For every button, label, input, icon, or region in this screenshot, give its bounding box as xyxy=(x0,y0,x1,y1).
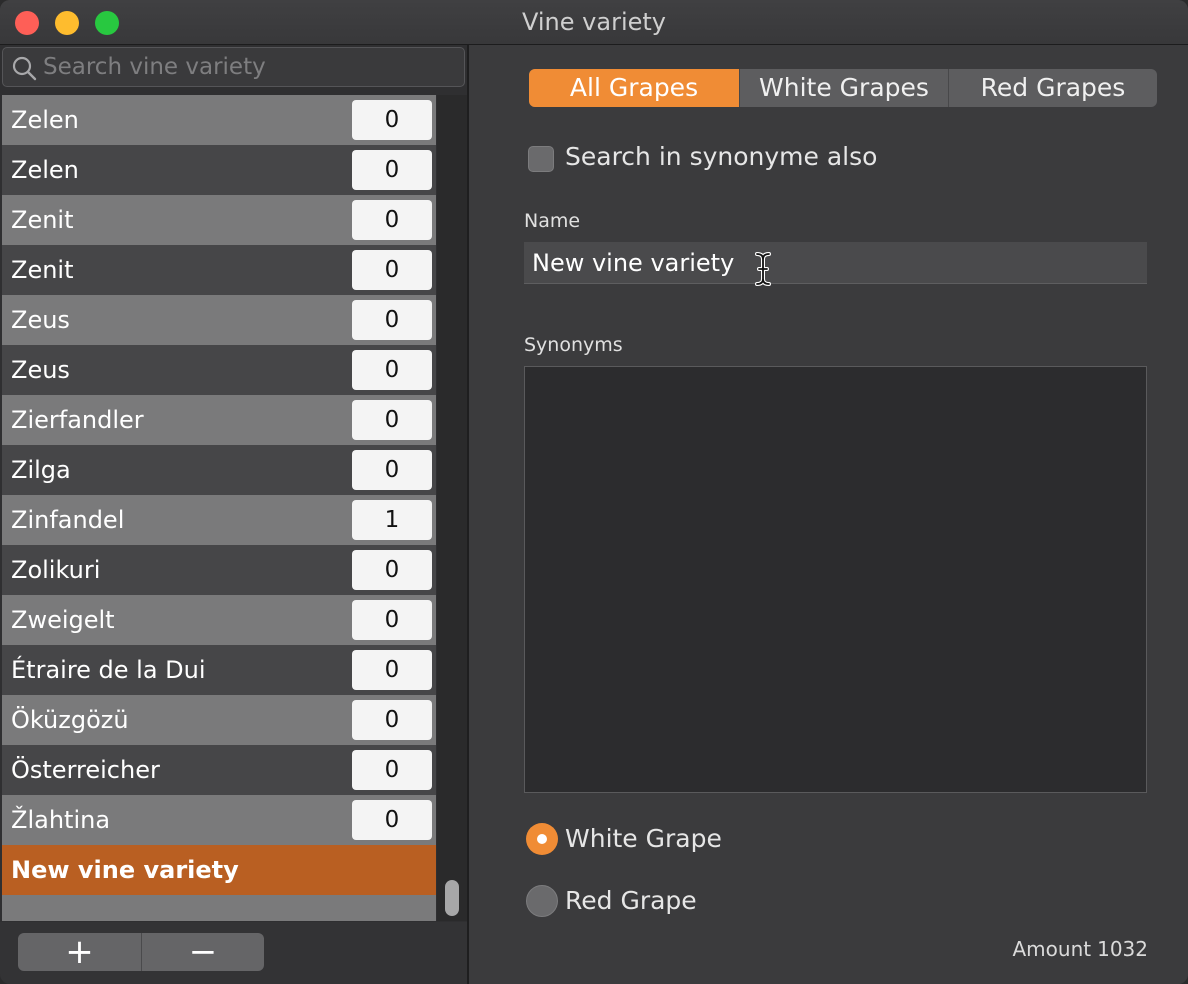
variety-name: Žlahtina xyxy=(11,806,111,834)
variety-name: Zelen xyxy=(11,106,79,134)
variety-name: Zinfandel xyxy=(11,506,125,534)
title-bar: Vine variety xyxy=(0,0,1188,45)
variety-name: Zierfandler xyxy=(11,406,144,434)
search-synonym-checkbox[interactable] xyxy=(528,146,554,172)
variety-count: 1 xyxy=(352,500,432,540)
red-grape-label: Red Grape xyxy=(565,886,697,915)
variety-count: 0 xyxy=(352,400,432,440)
tab-all-grapes[interactable]: All Grapes xyxy=(529,69,739,107)
list-item[interactable]: Öküzgözü 0 xyxy=(2,695,436,745)
variety-list: Zelen 0 Zelen 0 Zenit 0 Zenit 0 Zeus 0 Z… xyxy=(0,95,436,921)
list-item[interactable]: Zweigelt 0 xyxy=(2,595,436,645)
list-footer: + − xyxy=(0,922,467,984)
list-scrollbar-track[interactable] xyxy=(437,95,467,921)
red-grape-radio[interactable] xyxy=(526,885,558,917)
synonyms-textarea[interactable] xyxy=(524,366,1147,793)
list-item[interactable]: Étraire de la Dui 0 xyxy=(2,645,436,695)
amount-value: 1032 xyxy=(1097,937,1148,961)
list-item[interactable]: Zilga 0 xyxy=(2,445,436,495)
list-item[interactable]: Zenit 0 xyxy=(2,245,436,295)
white-grape-label: White Grape xyxy=(565,824,722,853)
grape-filter-segmented-control: All Grapes White Grapes Red Grapes xyxy=(529,69,1157,107)
variety-count: 0 xyxy=(352,450,432,490)
tab-white-grapes[interactable]: White Grapes xyxy=(740,69,948,107)
variety-count: 0 xyxy=(352,800,432,840)
list-item[interactable]: Zinfandel 1 xyxy=(2,495,436,545)
variety-count: 0 xyxy=(352,150,432,190)
variety-count: 0 xyxy=(352,750,432,790)
list-item[interactable]: Österreicher 0 xyxy=(2,745,436,795)
variety-name: Zeus xyxy=(11,306,70,334)
variety-count: 0 xyxy=(352,650,432,690)
variety-list-panel: Zelen 0 Zelen 0 Zenit 0 Zenit 0 Zeus 0 Z… xyxy=(0,45,467,984)
white-grape-radio[interactable] xyxy=(526,823,558,855)
list-item[interactable]: Zelen 0 xyxy=(2,95,436,145)
list-item[interactable]: Zenit 0 xyxy=(2,195,436,245)
list-item[interactable]: Zierfandler 0 xyxy=(2,395,436,445)
vine-variety-window: Vine variety Zelen 0 Zelen 0 Zenit 0 xyxy=(0,0,1188,984)
variety-count: 0 xyxy=(352,700,432,740)
search-field[interactable] xyxy=(2,47,465,87)
variety-name: New vine variety xyxy=(11,856,239,884)
tab-red-grapes[interactable]: Red Grapes xyxy=(949,69,1157,107)
variety-name: Zweigelt xyxy=(11,606,115,634)
text-cursor-icon xyxy=(755,252,771,286)
variety-count: 0 xyxy=(352,250,432,290)
search-input[interactable] xyxy=(43,50,453,84)
variety-name: Zenit xyxy=(11,206,74,234)
variety-name: Österreicher xyxy=(11,756,160,784)
variety-count: 0 xyxy=(352,350,432,390)
add-variety-button[interactable]: + xyxy=(18,933,141,971)
amount-status: Amount 1032 xyxy=(1013,937,1149,961)
name-label: Name xyxy=(524,210,581,232)
list-item[interactable]: Žlahtina 0 xyxy=(2,795,436,845)
list-item[interactable]: Zeus 0 xyxy=(2,345,436,395)
window-title: Vine variety xyxy=(522,8,666,36)
variety-count: 0 xyxy=(352,550,432,590)
variety-count: 0 xyxy=(352,200,432,240)
variety-detail-panel: All Grapes White Grapes Red Grapes Searc… xyxy=(469,45,1188,984)
list-item[interactable]: Zeus 0 xyxy=(2,295,436,345)
variety-name: Zenit xyxy=(11,256,74,284)
remove-variety-button[interactable]: − xyxy=(141,933,264,971)
variety-name: Zilga xyxy=(11,456,71,484)
variety-count: 0 xyxy=(352,300,432,340)
variety-name: Zeus xyxy=(11,356,70,384)
name-field[interactable] xyxy=(524,242,1147,284)
variety-count: 0 xyxy=(352,100,432,140)
list-item[interactable]: Zelen 0 xyxy=(2,145,436,195)
amount-label: Amount xyxy=(1012,937,1092,961)
variety-name: Öküzgözü xyxy=(11,706,129,734)
variety-name: Zolikuri xyxy=(11,556,101,584)
synonyms-label: Synonyms xyxy=(524,334,623,356)
list-scrollbar-thumb[interactable] xyxy=(445,880,459,916)
search-synonym-label: Search in synonyme also xyxy=(565,142,878,171)
variety-name: Étraire de la Dui xyxy=(11,656,206,684)
list-empty-row xyxy=(2,895,436,921)
add-remove-buttons: + − xyxy=(18,933,264,971)
variety-count: 0 xyxy=(352,600,432,640)
variety-name: Zelen xyxy=(11,156,79,184)
list-item[interactable]: Zolikuri 0 xyxy=(2,545,436,595)
list-item-selected[interactable]: New vine variety xyxy=(2,845,436,895)
search-icon xyxy=(12,56,37,81)
